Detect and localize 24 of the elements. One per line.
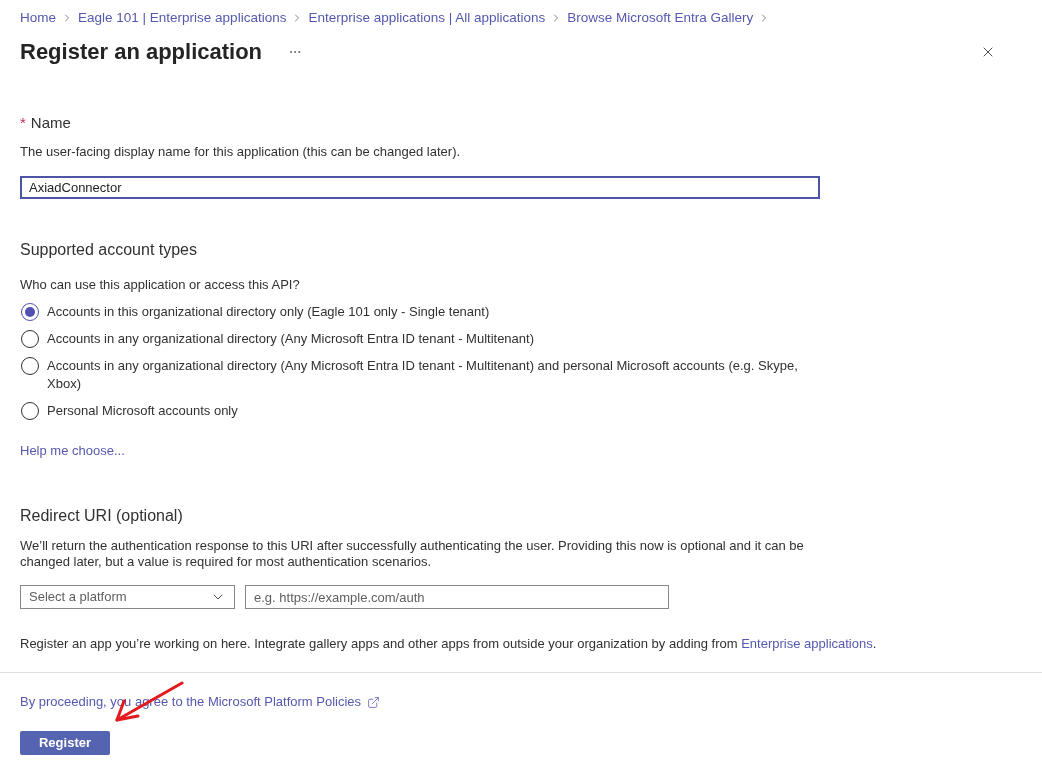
enterprise-applications-link[interactable]: Enterprise applications [741,636,873,651]
register-button[interactable]: Register [20,731,110,755]
radio-option[interactable]: Accounts in this organizational directory only (Eagle 101 only - Single tenant) [20,303,820,321]
field-label: Name [30,113,71,133]
section-heading: Redirect URI (optional) [20,506,184,526]
breadcrumb-link[interactable]: Browse Microsoft Entra Gallery [567,10,754,26]
field-description: The user-facing display name for this application (this can be changed later). [20,144,462,160]
breadcrumb-link[interactable]: Enterprise applications | All applications [308,10,546,26]
section-question: Who can use this application or access this API? [20,277,301,293]
name-input[interactable]: AxiadConnector [20,176,820,199]
radio-option[interactable]: Accounts in any organizational directory (Any Microsoft Entra ID tenant - Multitenant) and personal Microsoft accounts (e.g. Skype, Xbox) [20,357,820,393]
redirect-uri-input[interactable]: e.g. https://example.com/auth [245,585,669,609]
help-link[interactable]: Help me choose... [20,443,125,458]
required-asterisk: * [20,113,26,133]
section-description: We’ll return the authentication response to this URI after successfully authenticating the user. Providing this now is optional and it can be changed later, but a value is required for most authentication scenarios. [20,538,805,570]
radio-option[interactable]: Accounts in any organizational directory (Any Microsoft Entra ID tenant - Multitenant) [20,330,820,348]
radio-option[interactable]: Personal Microsoft accounts only [20,402,820,420]
footer-note: Register an app you’re working on here. Integrate gallery apps and other apps from outside your organization by adding from Enterprise applications. [20,636,878,652]
breadcrumb-link[interactable]: Home [20,10,56,26]
page-title: Register an application [20,38,263,66]
breadcrumb-link[interactable]: Eagle 101 | Enterprise applications [78,10,287,26]
section-heading: Supported account types [20,240,198,260]
external-link-icon [367,695,381,709]
platform-select[interactable]: Select a platform [20,585,235,609]
